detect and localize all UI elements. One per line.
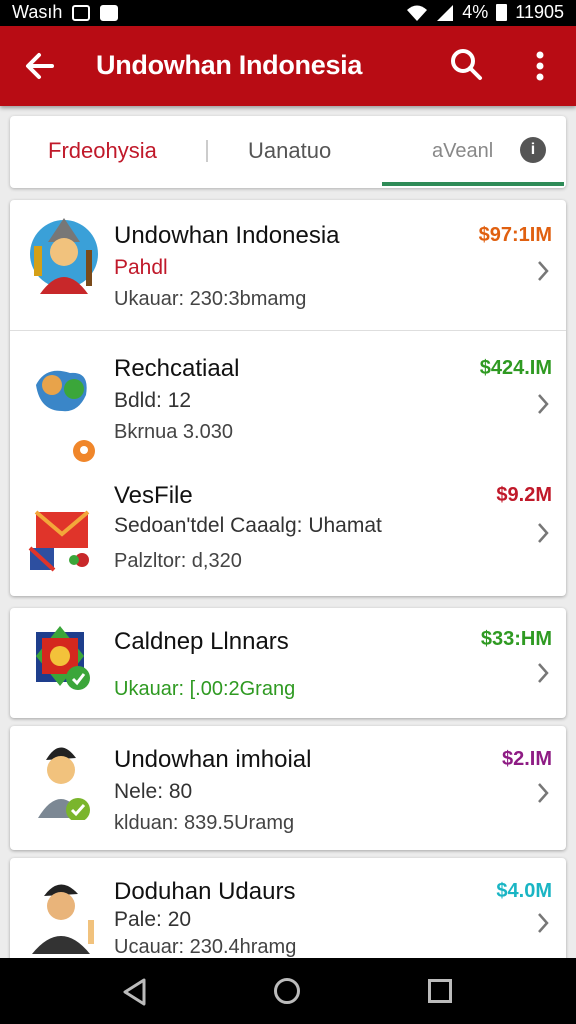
item-name: Doduhan Udaurs bbox=[114, 878, 296, 905]
list-item[interactable]: Doduhan Udaurs Pale: 20 Ucauar: 230.4hra… bbox=[10, 858, 566, 968]
list-card: Undowhan Indonesia Pahdl Ukauar: 230:3bm… bbox=[10, 200, 566, 596]
chevron-right-icon bbox=[538, 663, 549, 683]
item-name: Caldnep Llnnars bbox=[114, 628, 289, 655]
battery-percent: 4% bbox=[462, 2, 489, 22]
status-bar: Wasıh 4% 11905 bbox=[0, 0, 576, 26]
item-subtitle: Sedoan'tdel Caaalg: Uhamat bbox=[114, 514, 382, 537]
item-meta: Ukauar: 230:3bmamg bbox=[114, 288, 307, 310]
message-notification-icon bbox=[100, 4, 119, 21]
back-arrow-icon[interactable] bbox=[22, 48, 58, 84]
item-meta: Ukauar: [.00:2Grang bbox=[114, 678, 296, 700]
battery-icon bbox=[496, 4, 508, 21]
item-price: $424.IM bbox=[479, 357, 552, 379]
warrior-avatar-icon bbox=[30, 218, 98, 294]
clock: 11905 bbox=[515, 2, 564, 22]
chevron-right-icon bbox=[538, 913, 549, 933]
page-title: Undowhan Indonesia bbox=[96, 50, 363, 80]
nav-back-icon[interactable] bbox=[122, 978, 148, 1006]
person-avatar-icon bbox=[38, 747, 90, 820]
tab-divider bbox=[206, 140, 208, 162]
item-subtitle: Nele: 80 bbox=[114, 780, 193, 803]
info-icon[interactable]: i bbox=[520, 137, 546, 163]
signal-icon bbox=[437, 4, 454, 21]
tab-active-indicator bbox=[382, 182, 564, 186]
item-price: $4.0M bbox=[496, 880, 552, 902]
status-right: 4% 11905 bbox=[406, 2, 564, 23]
item-meta: Bkrnua 3.030 bbox=[114, 421, 233, 443]
chevron-right-icon bbox=[538, 394, 549, 414]
item-name: VesFile bbox=[114, 482, 193, 509]
item-price: $2.IM bbox=[501, 748, 552, 770]
image-notification-icon bbox=[72, 4, 91, 21]
person-avatar-icon bbox=[32, 884, 94, 954]
list-item[interactable]: Caldnep Llnnars Ukauar: [.00:2Grang $33:… bbox=[10, 608, 566, 718]
list-card: Caldnep Llnnars Ukauar: [.00:2Grang $33:… bbox=[10, 608, 566, 718]
chevron-right-icon bbox=[538, 783, 549, 803]
item-name: Undowhan imhoial bbox=[114, 746, 312, 773]
status-left: Wasıh bbox=[12, 2, 119, 23]
item-price: $33:HM bbox=[480, 628, 552, 650]
tab-bar: Frdeohysia Uanatuo aVeanl i bbox=[10, 116, 566, 188]
location-pin-icon bbox=[73, 440, 95, 462]
list-item[interactable]: Undowhan imhoial Nele: 80 klduan: 839.5U… bbox=[10, 726, 566, 850]
item-name: Rechcatiaal bbox=[114, 355, 240, 382]
item-subtitle: Pale: 20 bbox=[114, 908, 192, 931]
item-meta: Ucauar: 230.4hramg bbox=[114, 936, 297, 958]
more-vert-icon[interactable] bbox=[528, 46, 552, 86]
search-icon[interactable] bbox=[448, 46, 484, 82]
envelope-icon bbox=[28, 510, 90, 572]
item-price: $9.2M bbox=[496, 484, 552, 506]
list-item[interactable]: Undowhan Indonesia Pahdl Ukauar: 230:3bm… bbox=[10, 200, 566, 330]
chevron-right-icon bbox=[538, 261, 549, 281]
tab-uanatuo[interactable]: Uanatuo bbox=[248, 138, 331, 164]
item-name: Undowhan Indonesia bbox=[114, 222, 340, 249]
chevron-right-icon bbox=[538, 523, 549, 543]
carrier-label: Wasıh bbox=[12, 2, 63, 22]
item-price: $97:1IM bbox=[478, 224, 552, 246]
list-card: Doduhan Udaurs Pale: 20 Ucauar: 230.4hra… bbox=[10, 858, 566, 968]
item-meta: klduan: 839.5Uramg bbox=[114, 812, 295, 834]
list-item[interactable]: Rechcatiaal Bdld: 12 Bkrnua 3.030 $424.I… bbox=[10, 331, 566, 462]
list-item[interactable]: VesFile Sedoan'tdel Caaalg: Uhamat Palzl… bbox=[10, 462, 566, 596]
item-meta: Palzltor: d,320 bbox=[114, 550, 242, 572]
tab-aveanl[interactable]: aVeanl bbox=[432, 140, 493, 163]
item-subtitle: Pahdl bbox=[114, 256, 168, 279]
list-card: Undowhan imhoial Nele: 80 klduan: 839.5U… bbox=[10, 726, 566, 850]
system-nav-bar bbox=[0, 958, 576, 1024]
nav-home-icon[interactable] bbox=[274, 978, 300, 1004]
wifi-icon bbox=[407, 5, 428, 21]
map-globe-icon bbox=[36, 370, 87, 412]
item-subtitle: Bdld: 12 bbox=[114, 389, 192, 412]
emblem-icon bbox=[36, 626, 90, 690]
tab-frdeohysia[interactable]: Frdeohysia bbox=[48, 138, 157, 164]
nav-recents-icon[interactable] bbox=[428, 979, 452, 1003]
app-bar: Undowhan Indonesia bbox=[0, 26, 576, 106]
